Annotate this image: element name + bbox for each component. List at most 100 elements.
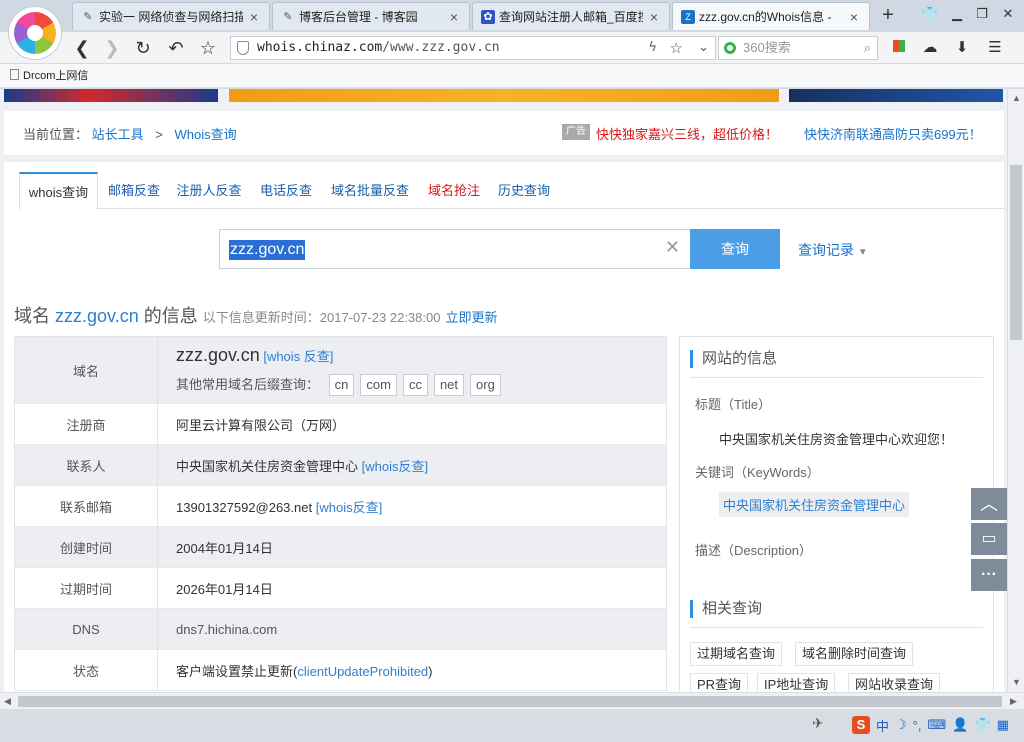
- download-icon[interactable]: ⬇: [950, 36, 974, 60]
- baidu-paw-icon: ✿: [481, 9, 495, 24]
- address-bar[interactable]: whois.chinaz.com/www.zzz.gov.cn ϟ ☆ ⌄: [230, 36, 716, 60]
- query-history-dropdown[interactable]: 查询记录 ▼: [798, 240, 868, 260]
- feedback-icon[interactable]: ▭: [971, 523, 1007, 555]
- forward-icon[interactable]: ❯: [100, 36, 124, 60]
- shirt-skin-icon[interactable]: 👕: [918, 6, 942, 22]
- back-icon[interactable]: ❮: [70, 36, 94, 60]
- tab-domain-snap[interactable]: 域名抢注: [425, 172, 483, 209]
- whois-panel: whois查询 邮箱反查 注册人反查 电话反查 域名批量反查 域名抢注 历史查询…: [4, 162, 1004, 692]
- table-row: 联系人 中央国家机关住房资金管理中心 [whois反查]: [14, 444, 667, 486]
- ad-banner-image[interactable]: [229, 89, 779, 102]
- skin-icon[interactable]: 👕: [974, 717, 990, 733]
- grid-icon[interactable]: ▦: [997, 717, 1009, 733]
- minimize-icon[interactable]: ▁: [945, 6, 969, 22]
- close-window-icon[interactable]: ✕: [996, 6, 1020, 22]
- tab-phone-reverse[interactable]: 电话反查: [257, 172, 315, 209]
- suffix-button[interactable]: cc: [402, 373, 428, 396]
- tab-whois[interactable]: whois查询: [19, 172, 98, 210]
- scrollbar-thumb[interactable]: [18, 696, 1002, 707]
- ad-banner-image[interactable]: [789, 89, 1003, 102]
- ad-link[interactable]: 快快独家嘉兴三线，超低价格！: [596, 124, 778, 143]
- ime-mode[interactable]: 中: [876, 716, 889, 735]
- tab-title: 实验一 网络侦查与网络扫描: [99, 10, 243, 24]
- browser-tab-active[interactable]: Z zzz.gov.cn的Whois信息 - ×: [672, 2, 870, 30]
- browser-tab[interactable]: ✎ 实验一 网络侦查与网络扫描 ×: [72, 2, 270, 30]
- whois-reverse-link[interactable]: [whois 反查]: [263, 349, 333, 364]
- suffix-button[interactable]: cn: [328, 373, 355, 396]
- whois-table: 域名 zzz.gov.cn [whois 反查] 其他常用域名后缀查询： cn c…: [14, 336, 667, 691]
- table-row: 过期时间 2026年01月14日: [14, 567, 667, 609]
- suffix-button[interactable]: org: [470, 373, 501, 396]
- dns-value: dns7.hichina.com: [176, 621, 278, 637]
- related-link[interactable]: PR查询: [690, 673, 749, 692]
- created-value: 2004年01月14日: [176, 540, 273, 556]
- query-history-label: 查询记录: [798, 242, 854, 258]
- more-icon[interactable]: ···: [971, 559, 1007, 591]
- scrollbar-thumb[interactable]: [1010, 165, 1022, 340]
- refresh-now-link[interactable]: 立即更新: [445, 310, 497, 325]
- tab-email-reverse[interactable]: 邮箱反查: [105, 172, 163, 209]
- breadcrumb-current-link[interactable]: Whois查询: [175, 127, 237, 142]
- bookmark-item[interactable]: Drcom上网信: [10, 69, 88, 82]
- table-row: DNS dns7.hichina.com: [14, 608, 667, 650]
- moon-icon[interactable]: ☽: [895, 717, 907, 733]
- scroll-up-icon[interactable]: ▲: [1012, 93, 1021, 103]
- vertical-scrollbar[interactable]: ▲ ▼: [1007, 89, 1024, 692]
- status-code-link[interactable]: clientUpdateProhibited: [297, 664, 428, 679]
- tab-title: 博客后台管理 - 博客园: [299, 10, 418, 24]
- related-link[interactable]: 过期域名查询: [690, 642, 783, 666]
- apps-grid-icon[interactable]: [887, 36, 911, 60]
- related-link[interactable]: 网站收录查询: [848, 673, 941, 692]
- ad-link[interactable]: 快快济南联通高防只卖699元！: [804, 124, 982, 143]
- close-tab-icon[interactable]: ×: [247, 9, 261, 25]
- bookmark-star-icon[interactable]: ☆: [670, 37, 683, 59]
- clear-icon[interactable]: ✕: [665, 237, 680, 258]
- query-button[interactable]: 查询: [690, 229, 780, 269]
- ad-banner-image[interactable]: [4, 89, 218, 102]
- menu-icon[interactable]: ☰: [983, 36, 1007, 60]
- suffix-button[interactable]: net: [433, 373, 465, 396]
- row-key: 状态: [14, 649, 158, 691]
- scroll-left-icon[interactable]: ◀: [4, 696, 11, 707]
- domain-search-input[interactable]: zzz.gov.cn ✕: [219, 229, 691, 269]
- close-tab-icon[interactable]: ×: [647, 9, 661, 25]
- user-icon[interactable]: 👤: [952, 717, 968, 733]
- undo-icon[interactable]: ↶: [164, 36, 188, 60]
- speed-mode-icon[interactable]: ϟ: [648, 37, 657, 59]
- favorite-star-icon[interactable]: ☆: [196, 36, 220, 60]
- related-link[interactable]: 域名删除时间查询: [795, 642, 914, 666]
- new-tab-button[interactable]: +: [878, 4, 898, 26]
- close-tab-icon[interactable]: ×: [847, 9, 861, 25]
- tab-registrant-reverse[interactable]: 注册人反查: [174, 172, 244, 209]
- close-tab-icon[interactable]: ×: [447, 9, 461, 25]
- scroll-down-icon[interactable]: ▼: [1012, 677, 1021, 687]
- whois-reverse-link[interactable]: [whois反查]: [362, 459, 428, 474]
- tab-batch-reverse[interactable]: 域名批量反查: [328, 172, 412, 209]
- ime-toolbar: S 中 ☽ °, ⌨ 👤 👕 ▦: [852, 715, 1009, 735]
- cloud-icon[interactable]: ☁: [918, 36, 942, 60]
- tab-history[interactable]: 历史查询: [495, 172, 553, 209]
- breadcrumb-prefix: 当前位置：: [23, 127, 89, 142]
- breadcrumb-home-link[interactable]: 站长工具: [92, 127, 144, 142]
- reload-icon[interactable]: ↻: [131, 36, 155, 60]
- whois-reverse-link[interactable]: [whois反查]: [316, 500, 382, 515]
- suffix-button[interactable]: com: [360, 373, 397, 396]
- punctuation-icon[interactable]: °,: [913, 718, 922, 733]
- browser-logo[interactable]: [8, 6, 62, 60]
- table-row: 联系邮箱 13901327592@263.net [whois反查]: [14, 485, 667, 527]
- pin-icon[interactable]: ✈: [812, 715, 824, 732]
- chevron-down-icon[interactable]: ⌄: [698, 37, 709, 59]
- keywords-value: 中央国家机关住房资金管理中心: [719, 492, 910, 517]
- horizontal-scrollbar[interactable]: ◀ ▶: [0, 692, 1024, 709]
- back-to-top-icon[interactable]: ︿: [971, 488, 1007, 520]
- keyboard-icon[interactable]: ⌨: [927, 717, 946, 733]
- search-icon[interactable]: ⌕: [864, 37, 871, 59]
- restore-icon[interactable]: ❐: [970, 6, 994, 22]
- browser-tab[interactable]: ✎ 博客后台管理 - 博客园 ×: [272, 2, 470, 30]
- sogou-ime-icon[interactable]: S: [852, 716, 870, 734]
- scroll-right-icon[interactable]: ▶: [1010, 696, 1017, 707]
- related-link[interactable]: IP地址查询: [757, 673, 836, 692]
- browser-tab[interactable]: ✿ 查询网站注册人邮箱_百度搜索 ×: [472, 2, 670, 30]
- search-input[interactable]: 360搜索 ⌕: [718, 36, 878, 60]
- page-icon: [10, 69, 19, 80]
